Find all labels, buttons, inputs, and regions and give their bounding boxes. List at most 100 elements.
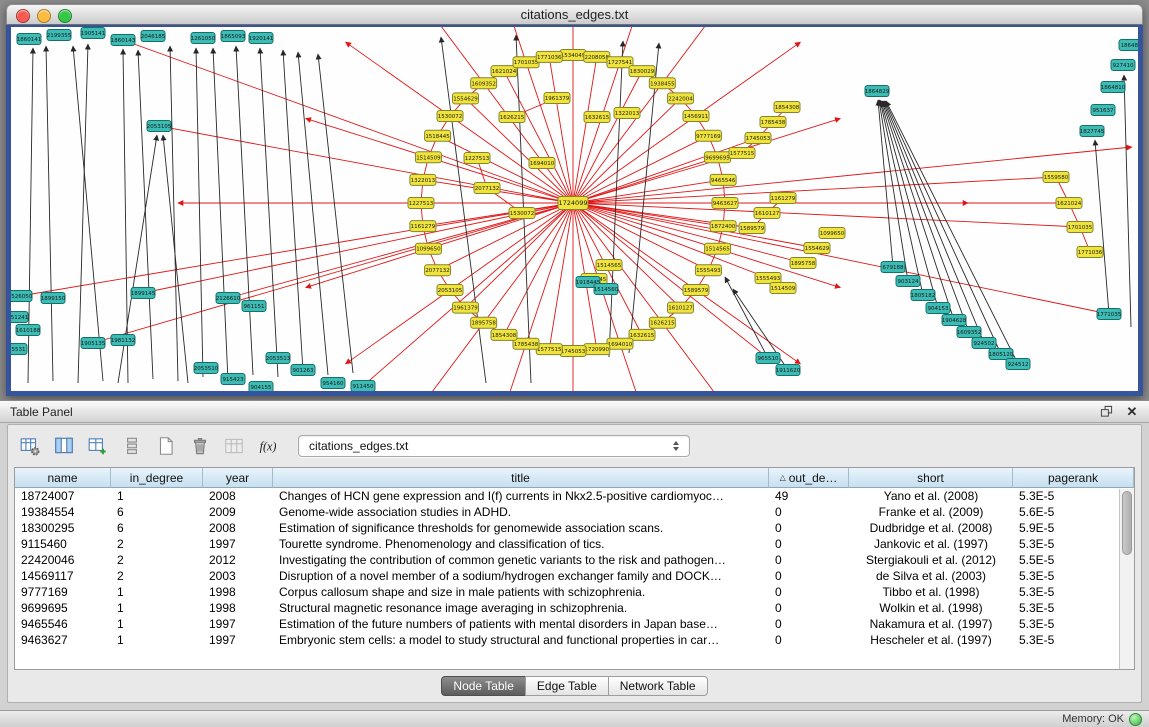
graph-node[interactable]: 1559580: [1043, 172, 1069, 183]
table-scrollbar[interactable]: [1119, 489, 1134, 669]
show-columns-icon[interactable]: [50, 432, 78, 460]
graph-node[interactable]: 1610188: [16, 325, 41, 336]
graph-node[interactable]: 1322013: [410, 174, 436, 185]
graph-node[interactable]: 1854308: [774, 102, 800, 113]
column-header-in_degree[interactable]: in_degree: [111, 468, 203, 488]
graph-node[interactable]: 1830029: [629, 66, 655, 77]
graph-node[interactable]: 1785438: [760, 117, 786, 128]
graph-node[interactable]: 1514565: [705, 243, 731, 254]
graph-node[interactable]: 1827745: [1080, 126, 1105, 137]
graph-node[interactable]: 1626215: [649, 317, 675, 328]
graph-node[interactable]: 1577515: [536, 344, 562, 355]
graph-node[interactable]: 1609352: [471, 78, 497, 89]
graph-node[interactable]: 1589579: [683, 284, 709, 295]
graph-node[interactable]: 904153: [926, 303, 950, 314]
graph-node[interactable]: 1632615: [584, 112, 610, 123]
graph-node[interactable]: 1895758: [471, 317, 497, 328]
graph-node[interactable]: 1514565: [596, 260, 622, 271]
graph-node[interactable]: 1904628: [942, 315, 967, 326]
graph-node[interactable]: 1961379: [453, 302, 479, 313]
minimize-button[interactable]: [37, 9, 51, 23]
network-canvas[interactable]: 1534049220805817275411830029193845522420…: [11, 27, 1138, 391]
graph-node[interactable]: 2199355: [47, 30, 72, 41]
function-builder-icon[interactable]: f(x): [254, 432, 282, 460]
graph-node[interactable]: 186480: [1119, 40, 1138, 51]
graph-node[interactable]: 1518445: [425, 130, 451, 141]
graph-node[interactable]: 9777169: [695, 130, 721, 141]
table-mode-icon[interactable]: [16, 432, 44, 460]
graph-node[interactable]: 2046185: [141, 31, 166, 42]
graph-node[interactable]: 1554629: [453, 93, 479, 104]
graph-node[interactable]: 9699695: [705, 152, 731, 163]
table-row[interactable]: 1938455462009Genome-wide association stu…: [15, 504, 1134, 520]
graph-node[interactable]: 1534049: [560, 50, 586, 61]
graph-node[interactable]: 2077132: [425, 265, 451, 276]
graph-node[interactable]: 1161279: [770, 193, 796, 204]
graph-node[interactable]: 2208058: [584, 51, 610, 62]
import-table-icon[interactable]: [220, 432, 248, 460]
graph-node[interactable]: 915423: [221, 374, 245, 385]
graph-node[interactable]: 2053105: [147, 121, 172, 132]
table-row[interactable]: 946362711997Embryonic stem cells: a mode…: [15, 632, 1134, 648]
graph-node[interactable]: 1872400: [710, 221, 736, 232]
graph-node[interactable]: 1701035: [513, 57, 539, 68]
graph-node[interactable]: 1227513: [408, 198, 434, 209]
window-titlebar[interactable]: citations_edges.txt: [6, 4, 1143, 25]
graph-node[interactable]: 2242004: [667, 93, 693, 104]
graph-node[interactable]: 9463627: [712, 198, 738, 209]
graph-node[interactable]: 1981132: [111, 335, 136, 346]
graph-node[interactable]: 1899145: [131, 288, 156, 299]
scrollbar-thumb[interactable]: [1122, 491, 1132, 555]
graph-node[interactable]: 1865093: [221, 31, 246, 42]
graph-node[interactable]: 1961379: [544, 93, 570, 104]
graph-node[interactable]: 1161279: [410, 221, 436, 232]
graph-node[interactable]: 1589579: [739, 223, 765, 234]
graph-node[interactable]: 1610127: [667, 302, 693, 313]
graph-hub-node[interactable]: 1724099: [558, 197, 588, 210]
close-panel-icon[interactable]: ✕: [1125, 405, 1139, 419]
table-row[interactable]: 977716911998Corpus callosum shape and si…: [15, 584, 1134, 600]
graph-node[interactable]: 2526050: [11, 291, 33, 302]
graph-node[interactable]: 1530072: [437, 111, 463, 122]
graph-node[interactable]: 965510: [756, 353, 780, 364]
graph-node[interactable]: 1701035: [1067, 222, 1093, 233]
graph-node[interactable]: 924512: [1006, 359, 1030, 370]
graph-node[interactable]: 1771036: [1077, 247, 1103, 258]
graph-node[interactable]: 1456911: [683, 111, 709, 122]
graph-node[interactable]: 1610127: [754, 208, 780, 219]
graph-node[interactable]: 901263: [291, 365, 315, 376]
close-button[interactable]: [16, 9, 30, 23]
graph-node[interactable]: 1099650: [415, 243, 441, 254]
graph-node[interactable]: 1626215: [499, 112, 525, 123]
table-row[interactable]: 911546021997Tourette syndrome. Phenomeno…: [15, 536, 1134, 552]
graph-node[interactable]: 1514509: [415, 152, 441, 163]
column-header-year[interactable]: year: [203, 468, 273, 488]
graph-node[interactable]: 1609352: [957, 327, 982, 338]
table-row[interactable]: 1830029562008Estimation of significance …: [15, 520, 1134, 536]
graph-node[interactable]: 1621024: [1056, 198, 1082, 209]
graph-node[interactable]: 9465546: [710, 174, 736, 185]
graph-node[interactable]: 1577515: [729, 148, 755, 159]
zoom-button[interactable]: [58, 9, 72, 23]
graph-node[interactable]: 1920141: [249, 33, 274, 44]
graph-node[interactable]: 1860141: [17, 34, 42, 45]
graph-node[interactable]: 927410: [1111, 60, 1135, 71]
graph-node[interactable]: 1514560: [594, 284, 619, 295]
delete-table-icon[interactable]: [186, 432, 214, 460]
column-header-name[interactable]: name: [15, 468, 111, 488]
graph-node[interactable]: 954160: [321, 378, 345, 389]
graph-node[interactable]: 1261050: [191, 33, 216, 44]
graph-node[interactable]: 1854308: [491, 329, 517, 340]
graph-node[interactable]: 2126610: [216, 293, 241, 304]
graph-node[interactable]: 951637: [1091, 105, 1115, 116]
graph-node[interactable]: 1938455: [649, 78, 675, 89]
table-row[interactable]: 2242004622012Investigating the contribut…: [15, 552, 1134, 568]
tab-edge-table[interactable]: Edge Table: [525, 676, 609, 696]
graph-node[interactable]: 961151: [242, 301, 266, 312]
table-row[interactable]: 946554611997Estimation of the future num…: [15, 616, 1134, 632]
graph-node[interactable]: 1745053: [560, 346, 586, 357]
table-row[interactable]: 1456911722003Disruption of a novel membe…: [15, 568, 1134, 584]
graph-node[interactable]: 2053105: [437, 284, 463, 295]
column-header-title[interactable]: title: [273, 468, 769, 488]
tab-network-table[interactable]: Network Table: [608, 676, 708, 696]
